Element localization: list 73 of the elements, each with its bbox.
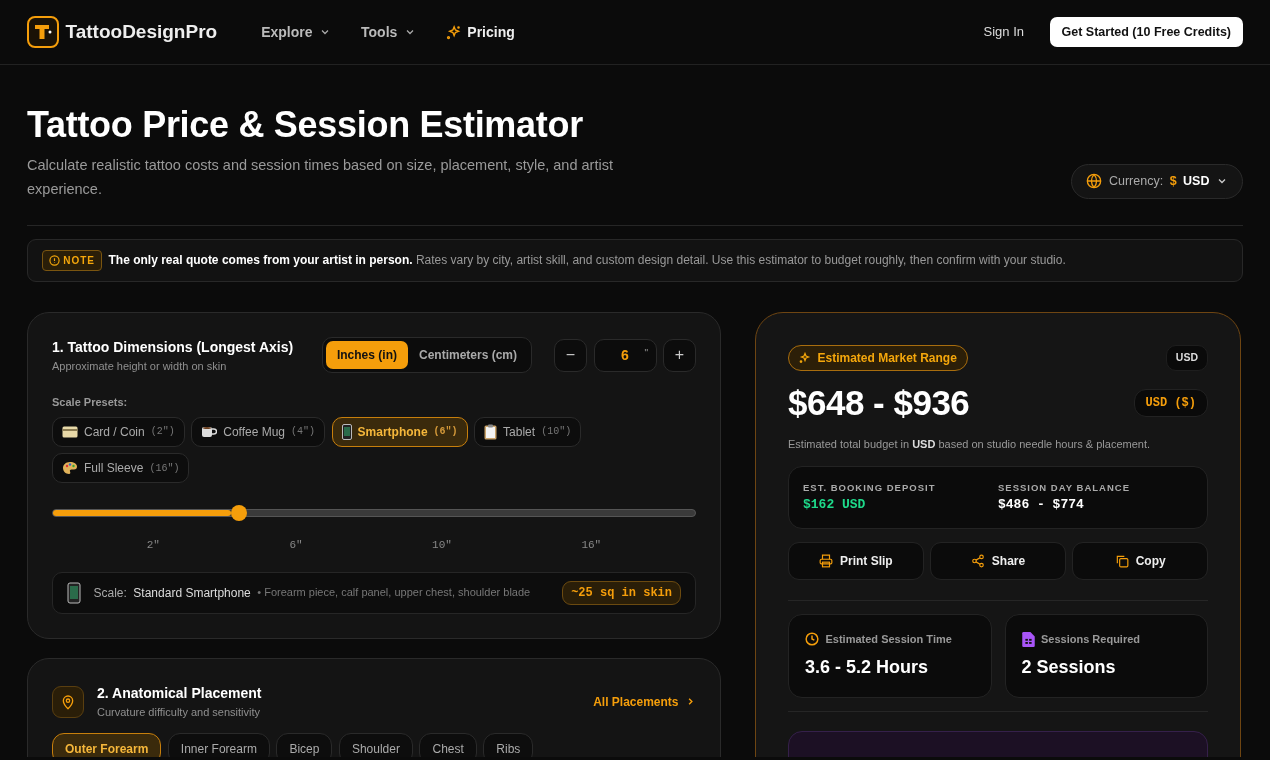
preset-chip[interactable]: Full Sleeve (16") [52, 453, 190, 484]
note-badge: NOTE [42, 249, 103, 271]
currency-pill: USD ($) [1133, 389, 1208, 418]
phone-icon [341, 423, 352, 440]
stat-value: 3.6 - 5.2 Hours [805, 655, 930, 679]
deposit-value: $162 USD [803, 495, 867, 514]
printer-icon [819, 554, 833, 569]
action-button[interactable]: Share [930, 542, 1066, 581]
pin-icon [52, 685, 84, 718]
placement-chip[interactable]: Ribs [483, 732, 534, 757]
action-button[interactable]: Copy [1072, 542, 1208, 581]
page-subtitle: Calculate realistic tattoo costs and session times based on size, placement, style, and artist experience. [27, 155, 614, 199]
increase-button[interactable]: + [663, 338, 696, 372]
preset-chip[interactable]: Tablet (10") [474, 416, 582, 447]
share-icon [970, 554, 985, 569]
deposit-label: EST. BOOKING DEPOSIT [803, 480, 937, 495]
placement-chip[interactable]: Shoulder [338, 732, 413, 757]
nav-link[interactable]: Pricing [445, 21, 515, 43]
scale-detail: • Forearm piece, calf panel, upper chest, shoulder blade [257, 585, 531, 601]
note-text: The only real quote comes from your artist in person. Rates vary by city, artist skill, and custom design detail. Use this estimator to budget roughly, then confirm with your studio. [108, 252, 1066, 270]
scale-label: Scale: [93, 584, 127, 602]
get-started-button[interactable]: Get Started (10 Free Credits) [1049, 16, 1243, 48]
slider-thumb[interactable] [231, 505, 248, 522]
unit-tab[interactable]: Inches (in) [325, 341, 408, 370]
stat-value: 2 Sessions [1021, 655, 1117, 679]
tick-label: 2" [146, 538, 160, 554]
tick-label: 16" [581, 538, 602, 554]
size-input[interactable]: 6 " [593, 338, 657, 372]
tick-label: 6" [289, 538, 303, 554]
mug-icon [201, 425, 218, 439]
presets-label: Scale Presets: [52, 394, 129, 410]
logo-icon [27, 16, 59, 48]
sparkle-icon [799, 351, 811, 364]
scale-name: Standard Smartphone [133, 584, 251, 602]
placement-chip[interactable]: Chest [419, 732, 477, 757]
sparkle-icon [445, 24, 461, 40]
action-button[interactable]: Print Slip [788, 542, 924, 581]
all-placements-link[interactable]: All Placements [593, 692, 696, 711]
price-range: $648 - $936 [788, 382, 970, 425]
placement-chip[interactable]: Bicep [276, 732, 333, 757]
page-title: Tattoo Price & Session Estimator [27, 103, 584, 147]
decrease-button[interactable]: − [554, 338, 587, 372]
alert-icon [49, 254, 60, 266]
tick-label: 10" [432, 538, 452, 554]
clipboard-icon [484, 423, 498, 440]
phone-icon [67, 581, 81, 604]
sign-in-link[interactable]: Sign In [977, 21, 1030, 43]
section-title: 2. Anatomical Placement [97, 684, 262, 704]
currency-selector[interactable]: Currency: $ USD [1071, 163, 1243, 199]
area-badge: ~25 sq in skin [562, 580, 681, 605]
stat-label: Sessions Required [1041, 631, 1141, 647]
section-title: 1. Tattoo Dimensions (Longest Axis) [52, 337, 294, 357]
currency-tag: USD [1165, 344, 1208, 371]
preset-chip[interactable]: Card / Coin (2") [52, 416, 185, 447]
nav-link[interactable]: Explore [261, 21, 331, 43]
copy-icon [1114, 554, 1129, 569]
placement-chip[interactable]: Outer Forearm [52, 732, 162, 757]
preset-chip[interactable]: Coffee Mug (4") [191, 416, 326, 447]
brand-name[interactable]: TattooDesignPro [65, 17, 218, 47]
palette-icon [62, 461, 78, 476]
balance-value: $486 - $774 [998, 495, 1085, 514]
stat-label: Estimated Session Time [825, 631, 952, 647]
balance-label: SESSION DAY BALANCE [998, 480, 1130, 495]
section-subtitle: Approximate height or width on skin [52, 358, 228, 374]
section-subtitle: Curvature difficulty and sensitivity [97, 705, 262, 721]
globe-icon [1086, 173, 1103, 190]
card-icon [62, 425, 78, 438]
preset-chip[interactable]: Smartphone (6") [331, 416, 468, 447]
estimate-badge: Estimated Market Range [788, 344, 968, 371]
unit-tab[interactable]: Centimeters (cm) [407, 341, 528, 370]
placement-chip[interactable]: Inner Forearm [167, 732, 270, 757]
nav-link[interactable]: Tools [361, 21, 416, 43]
estimate-caption: Estimated total budget in USD based on studio needle hours & placement. [788, 437, 1152, 453]
